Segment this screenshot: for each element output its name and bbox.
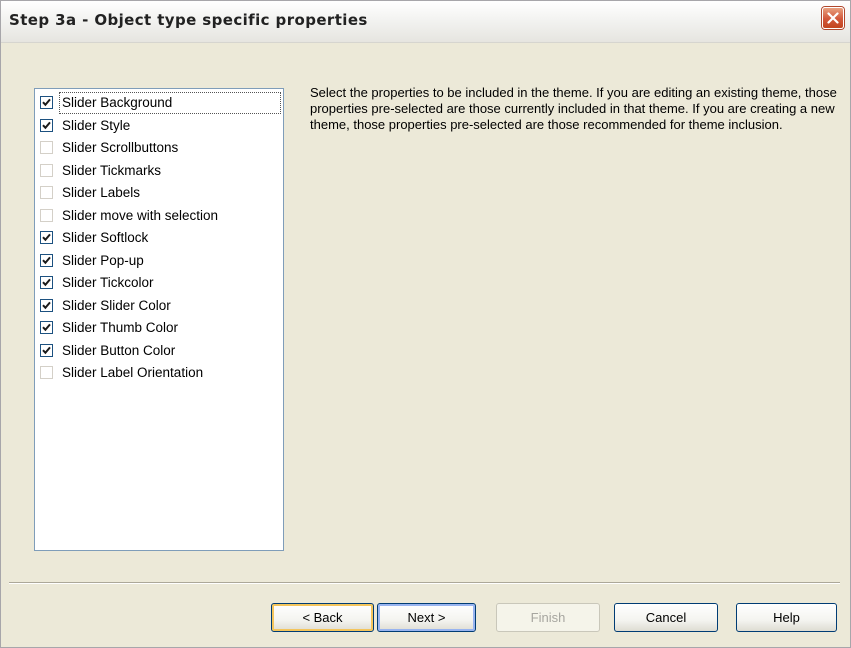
list-item[interactable]: Slider Button Color (35, 340, 283, 363)
list-item[interactable]: Slider move with selection (35, 205, 283, 228)
next-button[interactable]: Next > (377, 603, 476, 632)
list-item[interactable]: Slider Scrollbuttons (35, 137, 283, 160)
dialog-window: Step 3a - Object type specific propertie… (0, 0, 851, 648)
list-item[interactable]: Slider Thumb Color (35, 317, 283, 340)
list-item-label: Slider Labels (62, 185, 141, 200)
cancel-button[interactable]: Cancel (614, 603, 718, 632)
list-item[interactable]: Slider Label Orientation (35, 362, 283, 385)
checkbox[interactable] (40, 163, 53, 177)
instructions-text: Select the properties to be included in … (310, 85, 837, 132)
checkbox[interactable] (40, 208, 53, 222)
list-item-label: Slider move with selection (62, 207, 219, 223)
checkbox[interactable] (40, 141, 53, 154)
list-item[interactable]: Slider Labels (35, 182, 283, 205)
checkbox[interactable] (40, 231, 53, 244)
checkmark-icon (42, 301, 51, 309)
list-item-label: Slider Thumb Color (62, 320, 179, 335)
checkmark-icon (42, 256, 51, 264)
checkmark-icon (42, 98, 51, 107)
checkbox[interactable] (40, 118, 53, 132)
list-item-label: Slider Button Color (62, 342, 176, 358)
checkmark-icon (42, 278, 51, 287)
checkbox[interactable] (40, 186, 53, 199)
list-item[interactable]: Slider Background (35, 92, 283, 115)
title-bar[interactable]: Step 3a - Object type specific propertie… (1, 1, 850, 43)
list-item[interactable]: Slider Tickcolor (35, 272, 283, 295)
list-item-label: Slider Label Orientation (62, 365, 204, 380)
list-item-label: Slider Tickcolor (62, 275, 154, 290)
checkbox[interactable] (40, 321, 53, 334)
help-button[interactable]: Help (736, 603, 837, 632)
list-item[interactable]: Slider Tickmarks (35, 160, 283, 183)
list-item[interactable]: Slider Slider Color (35, 295, 283, 318)
list-item-label: Slider Scrollbuttons (62, 140, 179, 155)
list-item-label: Slider Softlock (62, 230, 149, 245)
close-icon (827, 12, 839, 24)
list-item-label: Slider Style (62, 117, 131, 133)
footer-separator (9, 582, 840, 584)
list-item-label: Slider Slider Color (62, 297, 171, 313)
checkbox[interactable] (40, 343, 53, 357)
list-item-label: Slider Tickmarks (62, 162, 162, 178)
checkbox[interactable] (40, 96, 53, 109)
finish-button[interactable]: Finish (496, 603, 600, 632)
checkmark-icon (42, 233, 51, 242)
close-button[interactable] (822, 7, 844, 29)
list-item[interactable]: Slider Softlock (35, 227, 283, 250)
checkmark-icon (42, 323, 51, 332)
property-checklist[interactable]: Slider Background Slider Style Slider Scro… (34, 88, 284, 551)
list-item[interactable]: Slider Style (35, 115, 283, 138)
list-item-label: Slider Pop-up (62, 252, 144, 268)
checkbox[interactable] (40, 366, 53, 379)
list-item[interactable]: Slider Pop-up (35, 250, 283, 273)
checkmark-icon (42, 346, 51, 354)
checkmark-icon (42, 121, 51, 129)
checkbox[interactable] (40, 276, 53, 289)
list-item-label: Slider Background (59, 92, 281, 114)
checkbox[interactable] (40, 298, 53, 312)
back-button[interactable]: < Back (271, 603, 374, 632)
checkbox[interactable] (40, 253, 53, 267)
dialog-title: Step 3a - Object type specific propertie… (9, 11, 368, 29)
